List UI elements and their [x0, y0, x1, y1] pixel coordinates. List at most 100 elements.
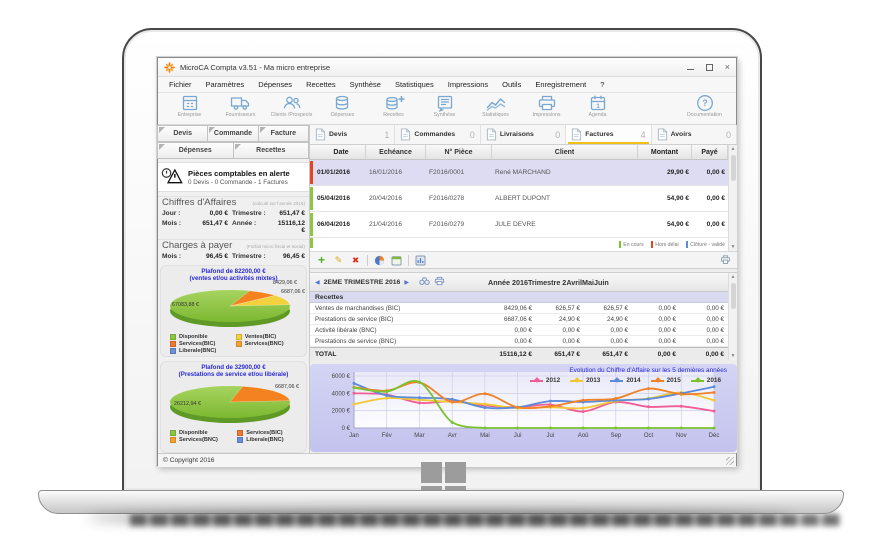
period-column-trimestre-2[interactable]: Trimestre 2: [528, 278, 566, 287]
tab-factures[interactable]: Factures 4: [566, 125, 652, 144]
tab-label: Commandes: [414, 131, 456, 138]
stat-row: Mois : 651,47 € Année : 15116,12 €: [158, 218, 309, 235]
period-column-avril[interactable]: Avril: [566, 278, 582, 287]
coins-icon: [331, 94, 355, 112]
next-period-button[interactable]: ▶: [404, 279, 409, 286]
legend-chip: [170, 348, 176, 355]
toolbar-d-penses[interactable]: Dépenses: [317, 94, 368, 118]
toolbar-documentation[interactable]: ? Documentation: [679, 94, 730, 118]
tab-livraisons[interactable]: Livraisons 0: [481, 125, 567, 144]
toolbar-statistiques[interactable]: Statistiques: [470, 94, 521, 118]
legend-label: Liberale(BNC): [246, 437, 284, 444]
invoice-row[interactable]: 06/04/2016 21/04/2016 F2016/0279 JULE DEVRE…: [310, 212, 737, 238]
invoice-row[interactable]: 01/01/2016 16/01/2016 F2016/0001 René MARCH…: [310, 160, 737, 186]
column-header-date[interactable]: Date: [310, 145, 366, 159]
period-value: 8429,06 €: [503, 304, 532, 312]
legend-label: Ventes(BIC): [244, 334, 277, 341]
menu-item-impressions[interactable]: Impressions: [441, 78, 495, 91]
status-legend-label: En cours: [623, 241, 644, 248]
revenue-title: Chiffres d'Affaires: [162, 197, 237, 208]
revenue-section-header: Chiffres d'Affaires (calculé sur l'année…: [158, 196, 309, 208]
period-row[interactable]: Prestations de service (BNC) 0,00 € 0,00 €…: [310, 336, 737, 347]
legend-chip: [170, 430, 176, 437]
period-value: 0,00 €: [706, 326, 724, 334]
calendar-small-icon[interactable]: [391, 255, 402, 266]
print-small-icon[interactable]: [720, 255, 731, 266]
invoices-scrollbar[interactable]: ▲ ▼: [728, 145, 737, 251]
toolbar-synth-se[interactable]: Synthèse: [419, 94, 470, 118]
stat-label: Mois :: [162, 253, 182, 260]
charges-section-header: Charges à payer (Forfait micro fiscal et…: [158, 239, 309, 251]
period-column-mai[interactable]: Mai: [582, 278, 594, 287]
tab-commandes[interactable]: Commandes 0: [395, 125, 481, 144]
previous-period-button[interactable]: ◀: [315, 279, 320, 286]
menu-item-item[interactable]: ?: [593, 78, 611, 91]
edit-icon[interactable]: ✎: [333, 255, 344, 266]
menu-item-fichier[interactable]: Fichier: [162, 78, 199, 91]
services-ceiling-legend: Disponible Services(BNC) Services(BIC) Libe…: [164, 430, 303, 444]
menu-item-d-penses[interactable]: Dépenses: [251, 78, 299, 91]
toolbar-clients-prospects[interactable]: Clients /Prospects: [266, 94, 317, 118]
svg-text:6000 €: 6000 €: [332, 374, 351, 380]
menu-item-outils[interactable]: Outils: [495, 78, 528, 91]
chart-legend: 2012 2013 2014 2015 2016: [529, 377, 721, 384]
period-row[interactable]: Activité libérale (BNC) 0,00 € 0,00 € 0,00 …: [310, 325, 737, 336]
period-value: 0,00 €: [514, 337, 532, 345]
search-binoculars-icon[interactable]: [419, 276, 430, 288]
separator: [408, 254, 409, 266]
period-row[interactable]: Ventes de marchandises (BIC) 8429,06 € 626…: [310, 303, 737, 314]
tab-devis[interactable]: Devis 1: [310, 125, 396, 144]
maximize-button[interactable]: [705, 63, 713, 71]
delete-icon[interactable]: ✖: [350, 255, 361, 266]
content-area: Devis 1 Commandes 0 Livraisons 0 Factures 4 Avoi…: [310, 125, 738, 453]
sidebar-tab-recettes[interactable]: Recettes: [232, 142, 309, 159]
column-header-client[interactable]: Client: [492, 145, 638, 159]
chart-legend-line: [610, 377, 624, 383]
toolbar-entreprise[interactable]: Entreprise: [164, 94, 215, 118]
pie-circle-icon[interactable]: [374, 255, 385, 266]
pie-slice-label: 8429,06 €: [273, 279, 297, 286]
legend-item-services-bnc: Services(BNC): [235, 341, 297, 348]
column-header-n-pi-ce[interactable]: N° Pièce: [426, 145, 492, 159]
toolbar-recettes[interactable]: Recettes: [368, 94, 419, 118]
column-header-ech-ance[interactable]: Echéance: [366, 145, 426, 159]
toolbar-agenda[interactable]: 1 Agenda: [572, 94, 623, 118]
period-value: 626,57 €: [555, 304, 580, 312]
cell-client: JULE DEVRE: [495, 221, 536, 228]
tab-label: Devis: [329, 131, 348, 138]
total-value: 651,47 €: [554, 350, 580, 358]
sidebar-tab-commande[interactable]: Commande: [207, 125, 259, 142]
export-icon[interactable]: [415, 255, 426, 266]
minimize-button[interactable]: [686, 65, 694, 70]
sales-ceiling-panel: Plafond de 82200,00 € (ventes et/ou acti…: [160, 265, 307, 357]
window-title: MicroCA Compta v3.51 - Ma micro entrepri…: [180, 62, 331, 72]
column-header-pay[interactable]: Payé: [692, 145, 728, 159]
toolbar-impressions[interactable]: Impressions: [521, 94, 572, 118]
app-logo-icon: [164, 61, 175, 73]
sidebar-tab-d-penses[interactable]: Dépenses: [157, 142, 234, 159]
period-scrollbar[interactable]: ▲ ▼: [728, 273, 737, 360]
period-value: 626,57 €: [603, 304, 628, 312]
sidebar-tab-devis[interactable]: Devis: [157, 125, 209, 142]
period-row[interactable]: Prestations de service (BIC) 6687,06 € 24,…: [310, 314, 737, 325]
menu-item-recettes[interactable]: Recettes: [299, 78, 343, 91]
menu-item-param-tres[interactable]: Paramètres: [199, 78, 252, 91]
menu-item-enregistrement[interactable]: Enregistrement: [528, 78, 593, 91]
toolbar-fournisseurs[interactable]: Fournisseurs: [215, 94, 266, 118]
period-column-ann-e-2016[interactable]: Année 2016: [488, 278, 528, 287]
menu-item-statistiques[interactable]: Statistiques: [388, 78, 441, 91]
invoice-row[interactable]: 05/04/2016 20/04/2016 F2016/0278 ALBERT DUP…: [310, 186, 737, 212]
column-header-montant[interactable]: Montant: [638, 145, 692, 159]
svg-text:Mar: Mar: [414, 433, 424, 439]
coins-plus-icon: [382, 94, 406, 112]
tab-avoirs[interactable]: Avoirs 0: [652, 125, 738, 144]
print-period-icon[interactable]: [434, 276, 445, 288]
sidebar-tab-facture[interactable]: Facture: [257, 125, 309, 142]
close-button[interactable]: ×: [725, 62, 730, 72]
add-icon[interactable]: +: [316, 254, 327, 266]
cell-echeance: 16/01/2016: [369, 169, 403, 176]
menu-item-synth-se[interactable]: Synthèse: [343, 78, 388, 91]
period-column-juin[interactable]: Juin: [594, 278, 609, 287]
alert-panel[interactable]: Pièces comptables en alerte 0 Devis - 0 …: [158, 162, 309, 192]
chart-legend-line: [529, 377, 543, 383]
